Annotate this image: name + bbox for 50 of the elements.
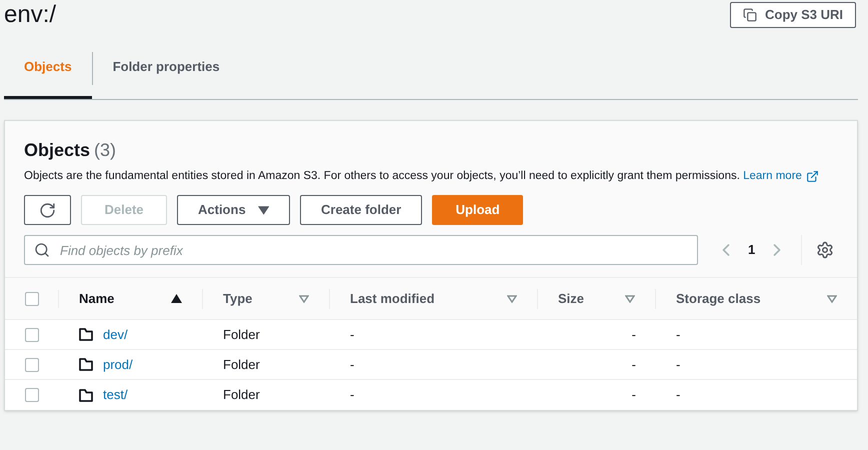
table-cell: - — [632, 326, 636, 342]
table-cell: - — [350, 356, 354, 372]
column-header[interactable]: Last modified — [350, 288, 435, 308]
learn-more-link[interactable]: Learn more — [743, 168, 819, 185]
settings-icon[interactable] — [816, 241, 834, 259]
object-count: (3) — [94, 139, 116, 162]
table-cell: Folder — [223, 326, 260, 342]
actions-dropdown[interactable]: Actions — [177, 195, 290, 225]
table-cell: - — [676, 326, 680, 342]
refresh-icon — [39, 202, 56, 218]
panel-title: Objects — [24, 139, 90, 162]
copy-uri-button[interactable]: Copy S3 URI — [730, 2, 856, 28]
table-cell: - — [632, 387, 636, 402]
caret-icon — [258, 206, 269, 214]
table-cell: Folder — [223, 387, 260, 402]
column-header[interactable]: Size — [558, 288, 584, 308]
checkbox[interactable] — [25, 328, 39, 342]
folder-link[interactable]: dev/ — [103, 324, 128, 344]
column-header[interactable]: Name — [79, 288, 114, 308]
checkbox[interactable] — [25, 358, 39, 372]
folder-link[interactable]: test/ — [103, 385, 128, 405]
column-header[interactable]: Storage class — [676, 288, 761, 308]
search-icon — [34, 242, 50, 258]
page-title: env:/ — [4, 1, 56, 29]
sort-icon[interactable] — [827, 294, 837, 302]
sort-icon[interactable] — [507, 294, 517, 302]
sort-icon[interactable] — [625, 294, 635, 302]
table-cell: Folder — [223, 356, 260, 372]
folder-icon — [79, 328, 93, 341]
folder-icon — [79, 388, 93, 402]
table-cell: - — [350, 326, 354, 342]
table-cell: - — [350, 387, 354, 402]
folder-icon — [79, 358, 93, 371]
table-cell: - — [632, 356, 636, 372]
checkbox[interactable] — [25, 388, 39, 402]
panel-description: Objects are the fundamental entities stored in Amazon S3. For others to access your objects, you’ll need to explicitly grant them permissions. Learn more — [24, 168, 838, 185]
refresh-button[interactable] — [24, 195, 71, 225]
action-button[interactable]: Create folder — [300, 195, 422, 225]
sort-ascending-icon[interactable] — [171, 294, 182, 303]
column-header[interactable]: Type — [223, 288, 252, 308]
page-number[interactable]: 1 — [748, 240, 756, 260]
copy-icon — [742, 8, 757, 22]
table-cell: - — [676, 387, 680, 402]
external-link-icon — [806, 170, 819, 183]
table-cell: - — [676, 356, 680, 372]
tab[interactable]: Folder properties — [92, 38, 240, 99]
search-field[interactable]: Find objects by prefix — [24, 235, 698, 265]
folder-link[interactable]: prod/ — [103, 354, 133, 374]
sort-icon[interactable] — [299, 294, 309, 302]
checkbox[interactable] — [24, 292, 38, 306]
